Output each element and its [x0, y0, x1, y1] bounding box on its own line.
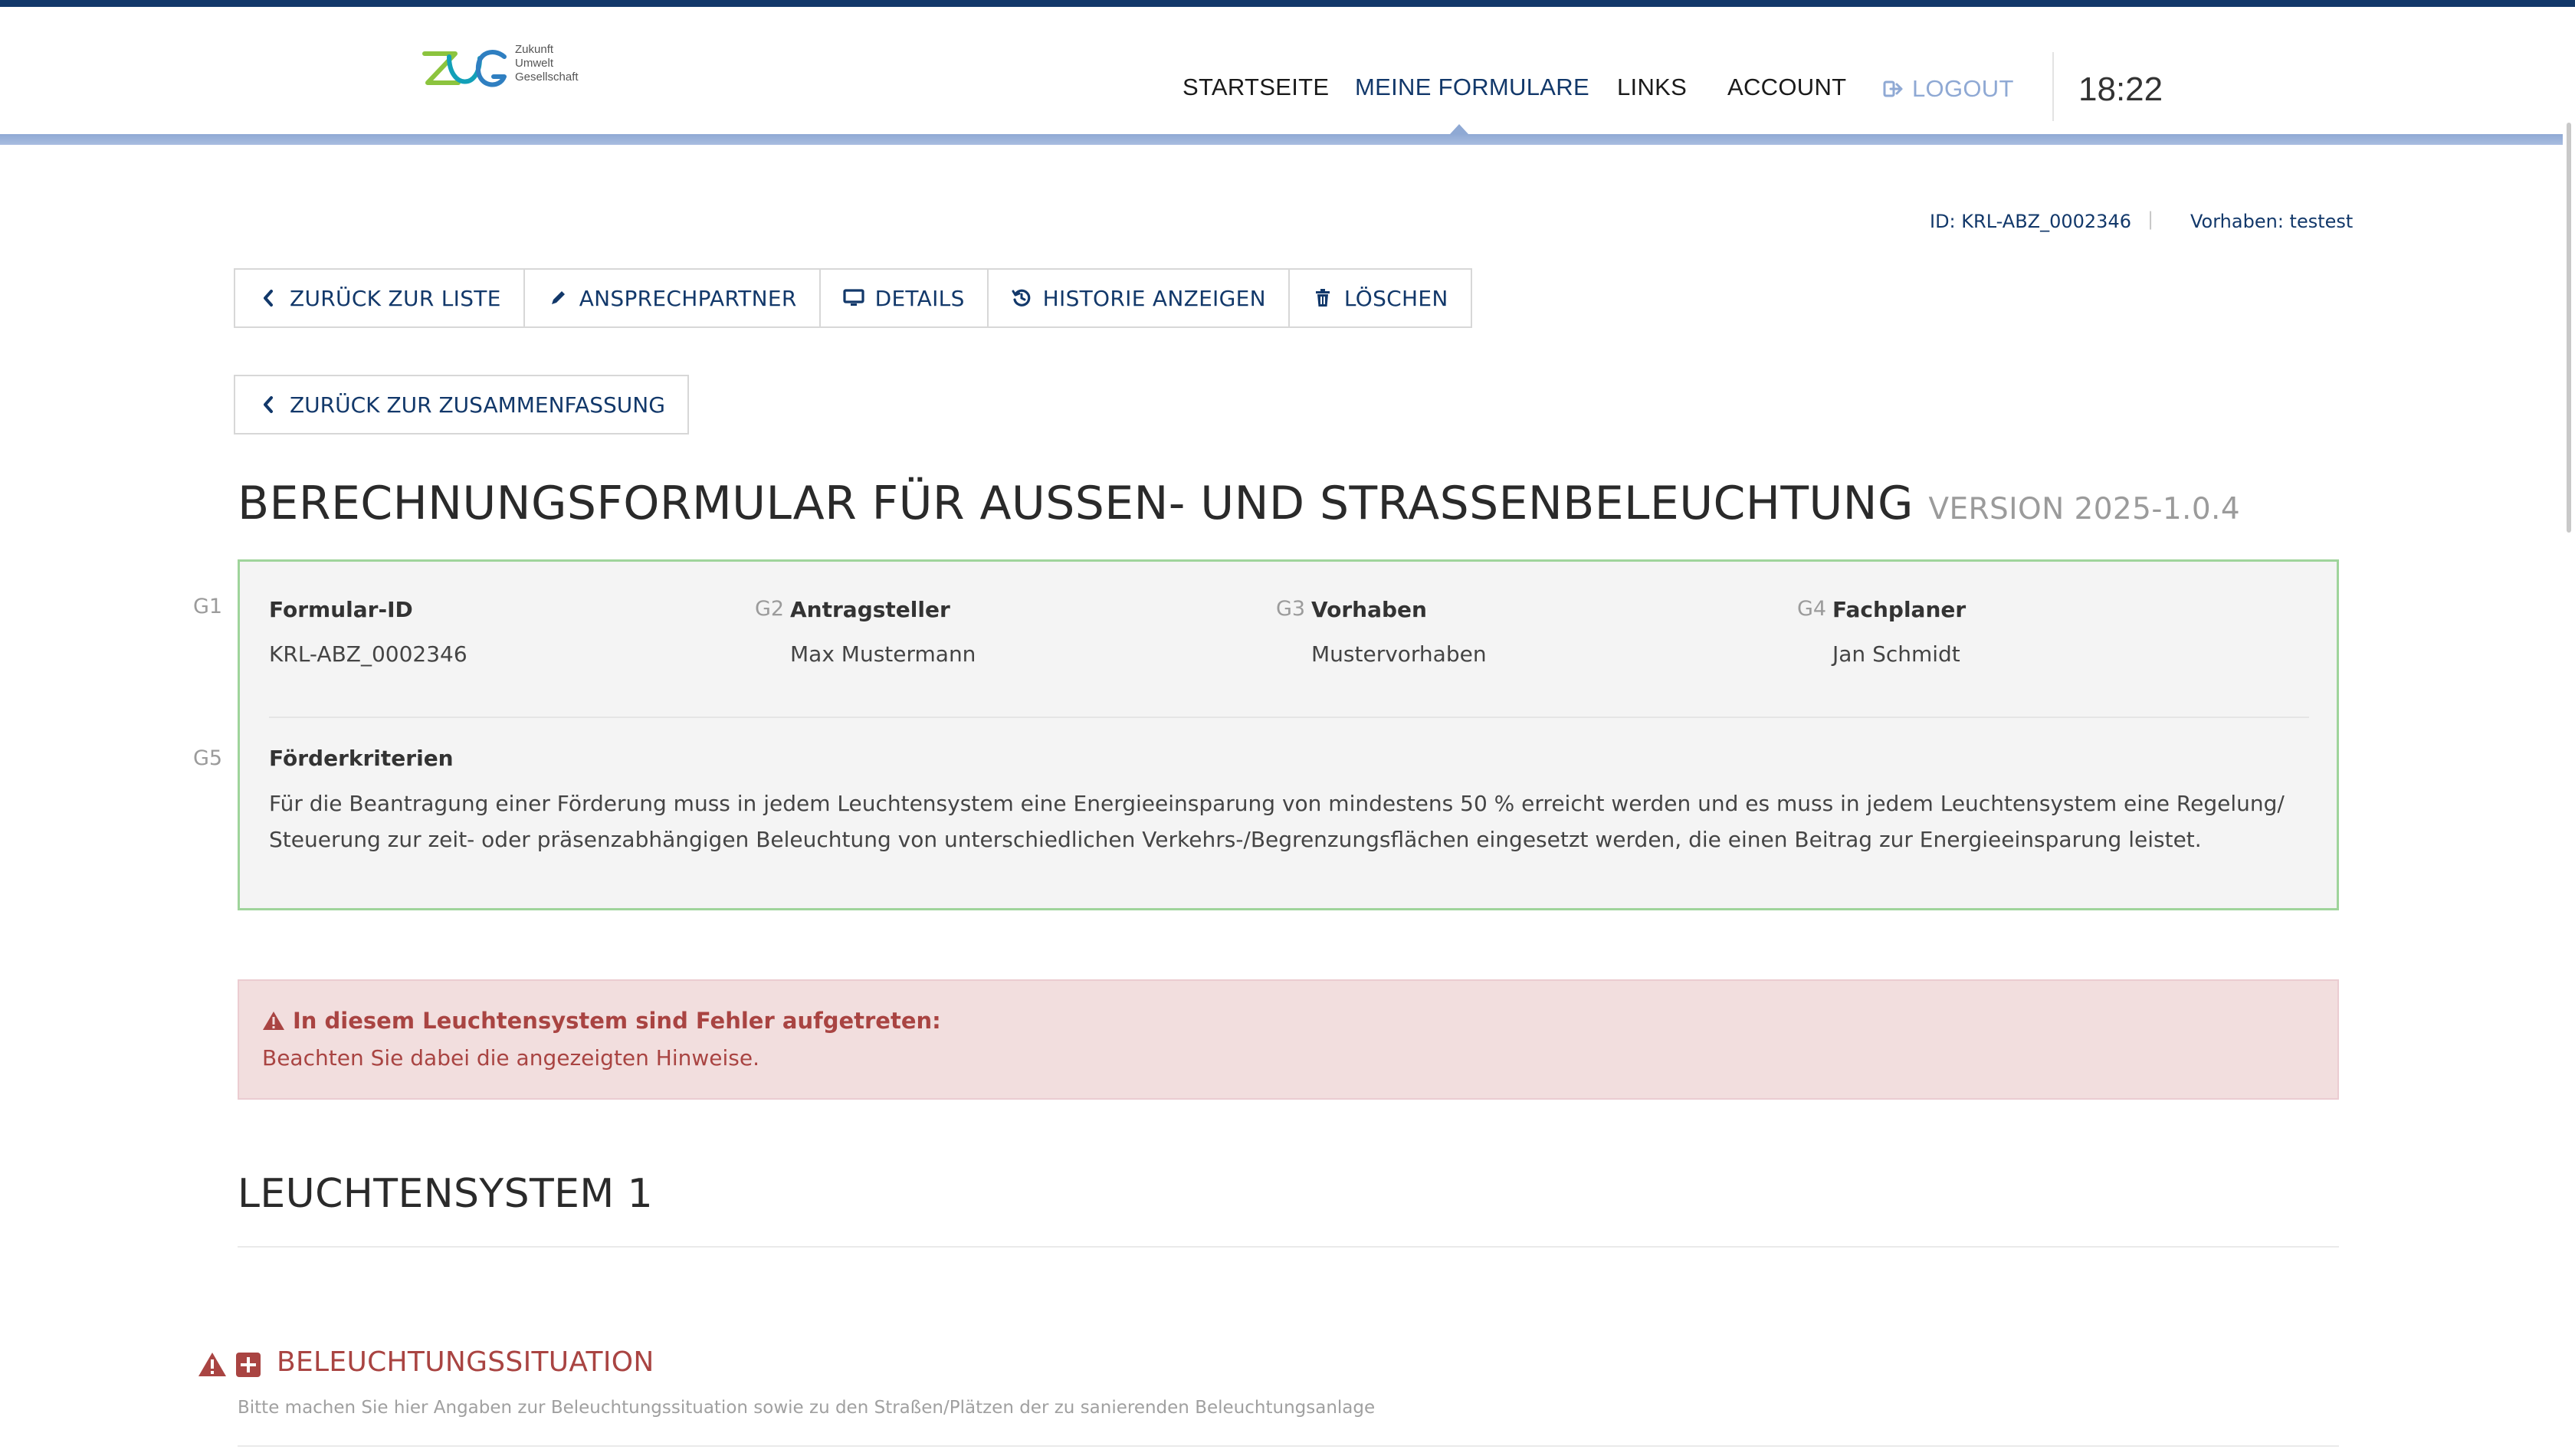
header-underline [0, 134, 2575, 145]
delete-button[interactable]: LÖSCHEN [1288, 270, 1471, 326]
trash-icon [1312, 287, 1333, 309]
logo-line-3: Gesellschaft [515, 71, 579, 84]
show-history-button[interactable]: HISTORIE ANZEIGEN [986, 270, 1288, 326]
subsection-title[interactable]: BELEUCHTUNGSSITUATION [277, 1346, 654, 1378]
back-to-summary-button[interactable]: ZURÜCK ZUR ZUSAMMENFASSUNG [234, 375, 689, 435]
top-accent-bar [0, 0, 2575, 7]
fachplaner-label: Fachplaner [1832, 597, 1967, 622]
nav-logout[interactable]: LOGOUT [1883, 74, 2014, 104]
history-icon [1011, 287, 1032, 309]
warning-icon [263, 1012, 284, 1030]
show-history-label: HISTORIE ANZEIGEN [1042, 285, 1266, 311]
zug-logo[interactable]: Zukunft Umwelt Gesellschaft [420, 37, 604, 106]
monitor-icon [842, 287, 864, 309]
form-info-panel: Formular-ID KRL-ABZ_0002346 G2 Antragste… [238, 559, 2339, 910]
field-code-g3: G3 [1276, 597, 1306, 621]
active-nav-caret [1450, 124, 1468, 134]
formular-id-value: KRL-ABZ_0002346 [269, 641, 467, 667]
nav-meine-formulare[interactable]: MEINE FORMULARE [1355, 74, 1589, 104]
vorhaben-value: Mustervorhaben [1311, 641, 1487, 667]
nav-logout-label: LOGOUT [1912, 75, 2014, 102]
details-button[interactable]: DETAILS [818, 270, 987, 326]
zug-logo-icon [422, 50, 507, 87]
field-code-g2: G2 [755, 597, 785, 621]
error-alert-title: In diesem Leuchtensystem sind Fehler auf… [262, 1008, 941, 1034]
back-to-summary-label: ZURÜCK ZUR ZUSAMMENFASSUNG [290, 392, 665, 418]
delete-label: LÖSCHEN [1343, 285, 1448, 311]
page-title: BERECHNUNGSFORMULAR FÜR AUSSEN- UND STRA… [238, 477, 2240, 530]
chevron-left-icon [258, 394, 279, 415]
field-code-g5: G5 [193, 746, 223, 770]
nav-account[interactable]: ACCOUNT [1727, 74, 1846, 104]
error-alert-title-text: In diesem Leuchtensystem sind Fehler auf… [293, 1008, 941, 1034]
pencil-icon [547, 287, 569, 309]
page-title-text: BERECHNUNGSFORMULAR FÜR AUSSEN- UND STRA… [238, 477, 1914, 530]
info-divider [269, 717, 2309, 718]
scrollbar-thumb[interactable] [2567, 123, 2571, 533]
field-code-g1: G1 [193, 595, 223, 618]
section-divider [238, 1246, 2339, 1248]
fachplaner-value: Jan Schmidt [1832, 641, 1960, 667]
meta-separator: | [2147, 208, 2154, 230]
warning-icon [198, 1353, 226, 1376]
foerderkriterien-label: Förderkriterien [269, 746, 454, 771]
vorhaben-meta: Vorhaben: testest [2190, 211, 2354, 232]
action-toolbar: ZURÜCK ZUR LISTE ANSPRECHPARTNER DETAILS… [234, 268, 1472, 328]
back-to-list-label: ZURÜCK ZUR LISTE [290, 285, 501, 311]
logo-text: Zukunft Umwelt Gesellschaft [515, 43, 579, 84]
field-code-g4: G4 [1797, 597, 1827, 621]
error-alert: In diesem Leuchtensystem sind Fehler auf… [238, 979, 2339, 1100]
form-id-meta: ID: KRL-ABZ_0002346 [1930, 211, 2131, 232]
vorhaben-label: Vorhaben [1311, 597, 1427, 622]
nav-startseite[interactable]: STARTSEITE [1183, 74, 1329, 104]
nav-links[interactable]: LINKS [1617, 74, 1687, 104]
section-title: LEUCHTENSYSTEM 1 [238, 1171, 654, 1217]
subsection-description: Bitte machen Sie hier Angaben zur Beleuc… [238, 1398, 1376, 1418]
nav-divider [2052, 52, 2054, 121]
header [0, 7, 2575, 134]
antragsteller-label: Antragsteller [790, 597, 950, 622]
chevron-left-icon [258, 287, 279, 309]
contact-person-button[interactable]: ANSPRECHPARTNER [523, 270, 819, 326]
logo-line-1: Zukunft [515, 43, 554, 56]
error-alert-text: Beachten Sie dabei die angezeigten Hinwe… [262, 1045, 759, 1071]
contact-person-label: ANSPRECHPARTNER [579, 285, 797, 311]
back-to-list-button[interactable]: ZURÜCK ZUR LISTE [235, 270, 523, 326]
formular-id-label: Formular-ID [269, 597, 413, 622]
subsection-divider [238, 1445, 2339, 1447]
logo-line-2: Umwelt [515, 57, 554, 70]
form-version: VERSION 2025-1.0.4 [1928, 492, 2241, 526]
plus-square-icon[interactable] [236, 1353, 261, 1377]
foerderkriterien-text: Für die Beantragung einer Förderung muss… [269, 791, 2285, 852]
details-label: DETAILS [874, 285, 965, 311]
session-clock: 18:22 [2078, 71, 2163, 108]
logout-icon [1883, 80, 1903, 97]
antragsteller-value: Max Mustermann [790, 641, 976, 667]
